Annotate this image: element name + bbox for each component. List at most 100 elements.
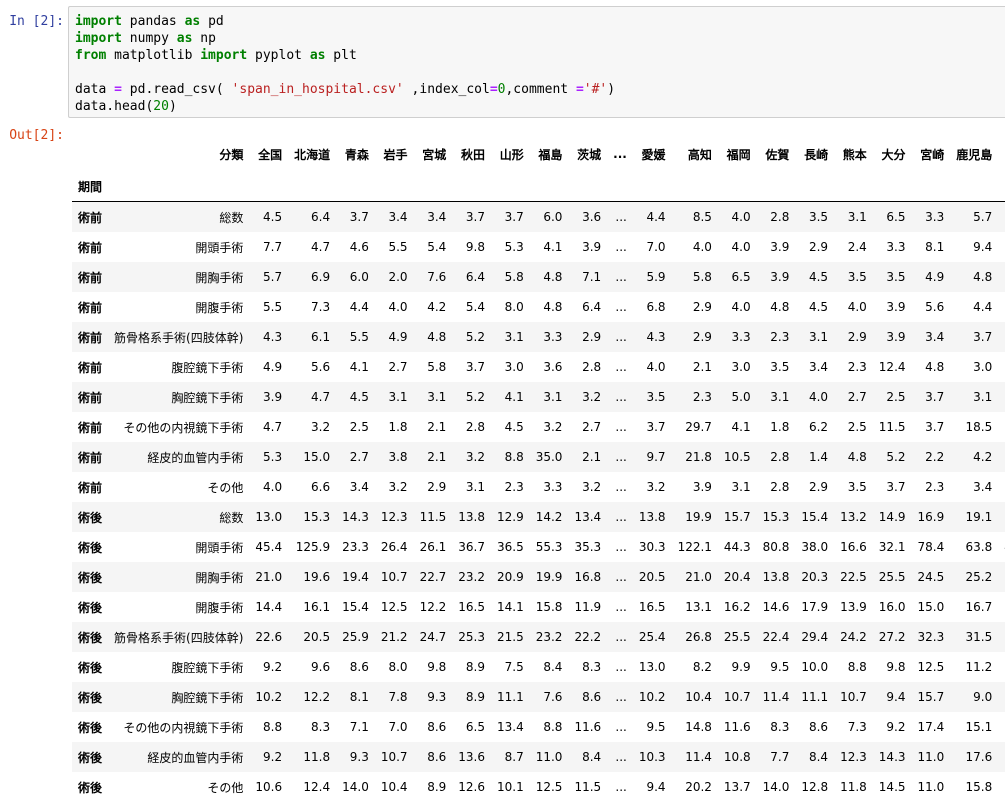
column-header-blank [530, 171, 569, 202]
table-cell: 2.6 [998, 442, 1005, 472]
table-cell: 4.9 [388, 330, 408, 344]
table-cell: 3.9 [886, 330, 906, 344]
table-cell: 8.6 [808, 720, 829, 734]
table-cell: 6.2 [808, 420, 829, 434]
row-index-period: 術後 [78, 720, 103, 735]
table-cell: 3.3 [925, 210, 945, 224]
table-cell: 5.2 [465, 390, 485, 404]
table-cell: 10.8 [723, 750, 751, 764]
row-index-period: 術前 [78, 210, 103, 225]
table-cell: 8.8 [263, 720, 283, 734]
code-cell-editor[interactable]: import pandas as pd import numpy as np f… [68, 6, 1005, 118]
table-cell: 15.1 [965, 720, 993, 734]
table-cell: 13.4 [497, 720, 524, 734]
table-cell: 6.0 [349, 270, 369, 284]
code-token: ) [168, 99, 177, 114]
table-cell: 4.6 [349, 240, 369, 254]
table-cell: 22.5 [840, 570, 867, 584]
row-category: 腹腔鏡下手術 [171, 660, 244, 675]
table-cell: 3.2 [998, 232, 1005, 262]
table-cell: 8.3 [582, 660, 602, 674]
table-row: 術前 開腹手術 5.5 7.3 4.4 4.0 4.2 5.4 8.0 4.8 6.4... 6.8 2… [72, 292, 1005, 322]
code-token: import [200, 48, 248, 63]
table-cell: 12.5 [380, 600, 408, 614]
table-cell: 13.8 [458, 510, 485, 524]
column-header-blank [568, 171, 607, 202]
table-cell: 11.1 [801, 690, 829, 704]
row-category: 開頭手術 [195, 540, 244, 555]
table-cell: 6.0 [543, 210, 563, 224]
table-cell: 25.3 [458, 630, 485, 644]
row-index-period: 術後 [78, 660, 103, 675]
table-row: 術前 その他 4.0 6.6 3.4 3.2 2.9 3.1 2.3 3.3 3.2... 3.2 3.… [72, 472, 1005, 502]
table-cell: 4.8 [847, 450, 867, 464]
table-cell: 20.3 [801, 570, 829, 584]
table-cell: 11.6 [574, 720, 602, 734]
table-cell: 2.9 [692, 330, 712, 344]
table-cell: 15.7 [917, 690, 945, 704]
table-cell: 13.0 [255, 510, 283, 524]
table-cell: 2.5 [349, 420, 369, 434]
table-cell: 17.9 [801, 600, 829, 614]
row-index-period: 術前 [78, 270, 103, 285]
table-cell: 4.0 [692, 240, 712, 254]
code-token: as [176, 31, 193, 46]
table-cell: 9.4 [886, 690, 906, 704]
table-cell: 4.9 [925, 270, 945, 284]
table-cell: 3.7 [646, 420, 666, 434]
table-cell: 4.9 [263, 360, 283, 374]
table-cell: 5.0 [731, 390, 751, 404]
table-cell: 27.2 [878, 630, 906, 644]
table-cell: 25.4 [638, 630, 666, 644]
column-header-blank [873, 171, 912, 202]
column-header-blank [375, 171, 414, 202]
column-header: 佐賀 [765, 147, 790, 162]
table-cell: 13.8 [638, 510, 666, 524]
table-cell: 3.1 [388, 390, 408, 404]
table-row: 術前 総数 4.5 6.4 3.7 3.4 3.4 3.7 3.7 6.0 3.6... 4.4 8.5… [72, 201, 1005, 232]
table-cell: 2.9 [692, 300, 712, 314]
table-cell: ... [615, 720, 627, 734]
table-cell: 3.7 [465, 210, 485, 224]
table-cell: 2.8 [998, 472, 1005, 502]
table-cell: 5.8 [692, 270, 712, 284]
table-cell: ... [615, 630, 627, 644]
table-cell: 10.0 [801, 660, 829, 674]
table-cell: 4.7 [311, 390, 331, 404]
column-header-blank [795, 171, 834, 202]
table-cell: 2.9 [847, 330, 867, 344]
table-cell: 20.9 [497, 570, 524, 584]
table-cell: 19.6 [303, 570, 331, 584]
table-cell: 5.6 [311, 360, 331, 374]
table-cell: 16.5 [458, 600, 485, 614]
table-cell: 44.3 [723, 540, 751, 554]
column-header-blank [108, 171, 249, 202]
table-cell: 20.5 [638, 570, 666, 584]
table-cell: 8.6 [349, 660, 369, 674]
table-cell: 22.7 [419, 570, 447, 584]
table-cell: 2.3 [770, 330, 790, 344]
table-cell: 4.0 [646, 360, 666, 374]
table-cell: 4.2 [973, 450, 993, 464]
table-cell: 8.9 [465, 690, 485, 704]
table-cell: 12.3 [840, 750, 867, 764]
table-cell: 5.8 [427, 360, 447, 374]
table-cell: 3.9 [770, 270, 790, 284]
table-cell: 3.1 [731, 480, 751, 494]
table-cell: 3.8 [388, 450, 408, 464]
table-cell: 12.6 [458, 780, 485, 794]
table-cell: 26.4 [380, 540, 408, 554]
table-cell: 4.8 [427, 330, 447, 344]
table-cell: 3.1 [808, 330, 829, 344]
table-cell: 22.2 [574, 630, 602, 644]
table-cell: 3.7 [886, 480, 906, 494]
table-cell: 14.3 [998, 682, 1005, 712]
table-cell: 2.9 [427, 480, 447, 494]
table-row: 術後 開腹手術 14.4 16.1 15.4 12.5 12.2 16.5 14.1 15.8 11… [72, 592, 1005, 622]
table-cell: 9.5 [770, 660, 790, 674]
index-name: 期間 [78, 179, 103, 194]
table-cell: 6.4 [311, 210, 331, 224]
row-index-period: 術後 [78, 600, 103, 615]
table-cell: 4.1 [543, 240, 563, 254]
code-token: pd.read_csv( [121, 82, 232, 97]
